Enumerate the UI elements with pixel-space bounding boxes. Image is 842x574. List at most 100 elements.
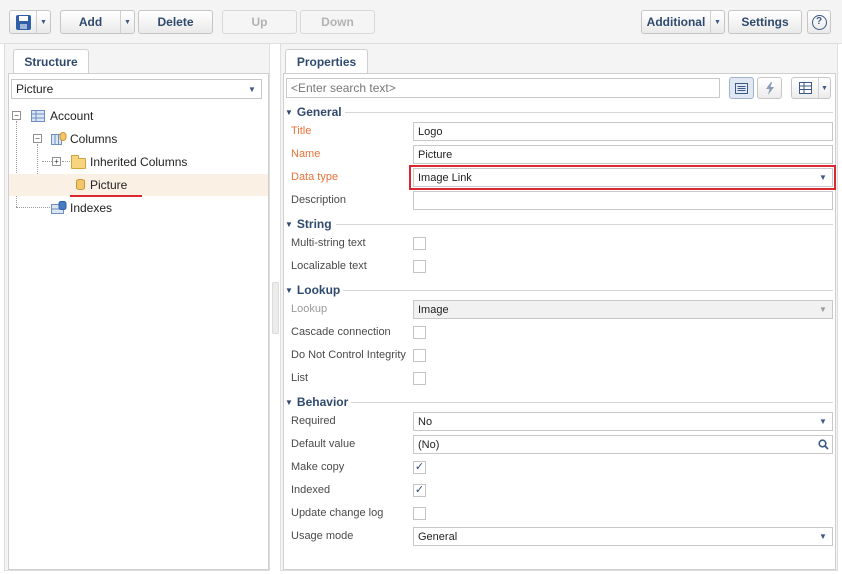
additional-button[interactable]: Additional ▼ [641,10,725,34]
columns-icon [51,132,67,145]
folder-icon [71,155,86,169]
tree-item-inherited-columns[interactable]: + Inherited Columns [9,151,268,173]
tree-item-columns[interactable]: − Columns [9,128,268,150]
section-behavior[interactable]: ▼ Behavior [285,394,348,410]
cascade-label: Cascade connection [291,326,391,338]
chevron-down-icon[interactable]: ▼ [818,78,830,98]
list-checkbox[interactable] [413,372,426,385]
tree-item-indexes[interactable]: Indexes [9,197,268,219]
usage-mode-label: Usage mode [291,530,354,542]
chevron-down-icon[interactable]: ▼ [814,528,832,545]
add-menu-caret[interactable]: ▼ [120,11,134,33]
required-value: No [418,415,433,428]
usage-mode-value: General [418,530,458,543]
chevron-down-icon[interactable]: ▼ [243,80,261,98]
list-view-button[interactable] [729,77,754,99]
checkmark-icon: ✓ [414,461,425,473]
save-icon [15,14,31,30]
section-title: Lookup [296,283,341,297]
down-button[interactable]: Down [300,10,375,34]
collapse-triangle-icon: ▼ [285,219,293,229]
indexes-icon [51,201,67,214]
up-button[interactable]: Up [222,10,297,34]
localizable-label: Localizable text [291,260,367,272]
default-value-label: Default value [291,438,356,450]
indexed-label: Indexed [291,484,331,496]
section-string[interactable]: ▼ String [285,216,332,232]
checkmark-icon: ✓ [414,484,425,496]
cascade-checkbox[interactable] [413,326,426,339]
chevron-down-icon[interactable]: ▼ [814,413,832,430]
indexed-checkbox[interactable]: ✓ [413,484,426,497]
tree-item-label: Inherited Columns [90,155,188,169]
description-label: Description [291,194,347,206]
name-label: Name [291,148,321,160]
name-field[interactable]: Picture [413,145,833,164]
tab-structure[interactable]: Structure [13,49,89,74]
add-button-label: Add [78,15,103,29]
multistring-label: Multi-string text [291,237,366,249]
changelog-label: Update change log [291,507,384,519]
entity-icon [31,110,45,122]
default-value-field[interactable]: (No) [413,435,833,454]
makecopy-checkbox[interactable]: ✓ [413,461,426,474]
section-title: String [296,217,332,231]
datatype-highlight [409,165,836,190]
section-general[interactable]: ▼ General [285,104,342,120]
required-select[interactable]: No ▼ [413,412,833,431]
multistring-checkbox[interactable] [413,237,426,250]
toolbar: ▼ Add ▼ Delete Up Down Additional ▼ Sett… [0,0,842,44]
collapse-triangle-icon: ▼ [285,107,293,117]
expand-icon[interactable]: + [52,157,61,166]
usage-mode-select[interactable]: General ▼ [413,527,833,546]
dnci-label: Do Not Control Integrity [291,349,406,361]
section-title: General [296,105,342,119]
tree-item-label: Account [50,109,94,123]
changelog-checkbox[interactable] [413,507,426,520]
tree-item-label: Columns [70,132,118,146]
localizable-checkbox[interactable] [413,260,426,273]
help-icon: ? [811,14,827,30]
description-field[interactable] [413,191,833,210]
section-divider [351,402,833,403]
tree-item-account[interactable]: − Account [9,105,268,127]
lookup-select: Image ▼ [413,300,833,319]
lightning-icon [765,81,774,95]
tree-item-label: Picture [90,178,128,192]
tree-item-label: Indexes [70,201,113,215]
structure-selector-value: Picture [16,82,54,96]
dnci-checkbox[interactable] [413,349,426,362]
save-menu-caret[interactable]: ▼ [36,11,50,33]
collapse-triangle-icon: ▼ [285,397,293,407]
save-button[interactable]: ▼ [9,10,51,34]
makecopy-label: Make copy [291,461,345,473]
default-value: (No) [418,438,440,451]
delete-button[interactable]: Delete [138,10,213,34]
required-label: Required [291,415,336,427]
title-field[interactable]: Logo [413,122,833,141]
collapse-triangle-icon: ▼ [285,285,293,295]
panel-splitter[interactable] [272,282,279,334]
additional-menu-caret[interactable]: ▼ [710,11,724,33]
section-divider [343,290,833,291]
section-lookup[interactable]: ▼ Lookup [285,282,340,298]
collapse-icon[interactable]: − [33,134,42,143]
tab-properties[interactable]: Properties [285,49,368,74]
section-divider [345,112,833,113]
settings-button[interactable]: Settings [728,10,802,34]
lookup-label: Lookup [291,303,328,315]
add-button[interactable]: Add ▼ [60,10,135,34]
grid-settings-icon [798,82,812,94]
properties-search-input[interactable]: <Enter search text> [286,78,720,98]
view-options-button[interactable]: ▼ [791,77,831,99]
list-view-icon [735,82,748,94]
collapse-icon[interactable]: − [12,111,21,120]
help-button[interactable]: ? [807,10,831,34]
tree-item-picture[interactable]: Picture [9,174,268,196]
section-divider [336,224,833,225]
lookup-value: Image [418,303,449,316]
structure-selector[interactable]: Picture ▼ [11,79,262,99]
events-button[interactable] [757,77,782,99]
chevron-down-icon: ▼ [819,305,827,314]
search-icon[interactable] [814,436,832,453]
